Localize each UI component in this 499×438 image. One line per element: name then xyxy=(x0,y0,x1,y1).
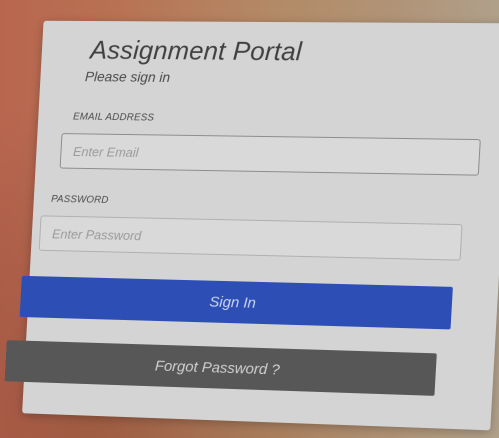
login-card: Assignment Portal Please sign in EMAIL A… xyxy=(4,20,499,431)
password-label: PASSWORD xyxy=(50,193,109,206)
page-title: Assignment Portal xyxy=(89,34,303,67)
page-subtitle: Please sign in xyxy=(84,68,171,85)
email-label: EMAIL ADDRESS xyxy=(72,111,155,124)
email-field[interactable] xyxy=(59,133,481,176)
sign-in-button[interactable]: Sign In xyxy=(19,275,453,330)
forgot-password-button[interactable]: Forgot Password ? xyxy=(4,340,437,396)
password-field[interactable] xyxy=(38,215,463,261)
